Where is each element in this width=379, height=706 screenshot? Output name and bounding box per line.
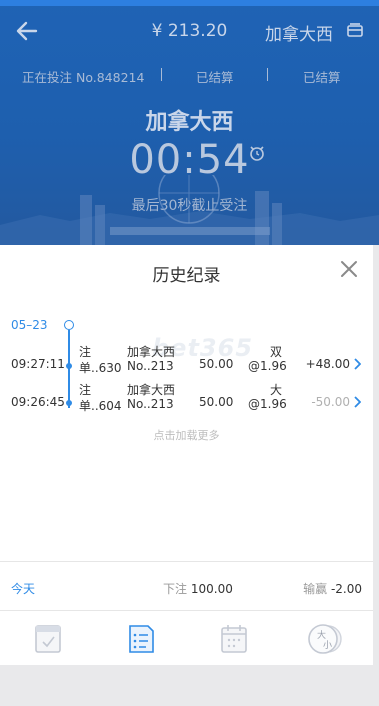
history-record[interactable]: 09:26:45 注 单..604 加拿大西 No..213 50.00 大 @… bbox=[0, 381, 373, 415]
record-odds: @1.96 bbox=[248, 359, 287, 373]
stake-label: 下注 bbox=[163, 582, 188, 596]
record-type: 注 bbox=[79, 383, 92, 397]
history-record[interactable]: 09:27:11 注 单..630 加拿大西 No..213 50.00 双 @… bbox=[0, 343, 373, 377]
record-draw-no: No..213 bbox=[127, 397, 174, 411]
record-type: 注 bbox=[79, 345, 92, 359]
timeline-start-marker bbox=[64, 320, 74, 330]
game-selector[interactable]: 加拿大西 bbox=[265, 20, 333, 45]
load-more-button[interactable]: 点击加载更多 bbox=[0, 427, 373, 443]
history-date: 05–23 bbox=[11, 318, 48, 332]
status-bar bbox=[0, 0, 379, 6]
wallet-icon[interactable] bbox=[347, 23, 363, 37]
record-time: 09:27:11 bbox=[11, 357, 65, 371]
chevron-right-icon[interactable] bbox=[353, 396, 361, 408]
record-game: 加拿大西 bbox=[127, 383, 176, 397]
record-game: 加拿大西 bbox=[127, 345, 176, 359]
notebook-icon[interactable] bbox=[33, 623, 63, 655]
settled-status: 已结算 bbox=[303, 70, 341, 85]
game-header: ¥ 213.20 加拿大西 正在投注 No.848214 已结算 已结算 加拿大… bbox=[0, 0, 379, 245]
period-selector[interactable]: 今天 bbox=[11, 580, 35, 597]
record-odds: @1.96 bbox=[248, 397, 287, 411]
stake-value: 100.00 bbox=[190, 582, 233, 596]
calendar-icon[interactable] bbox=[219, 623, 249, 655]
record-result: +48.00 bbox=[305, 357, 350, 371]
current-draw-status: 正在投注 No.848214 bbox=[22, 70, 145, 85]
panel-title: 历史纪录 bbox=[152, 266, 221, 286]
big-small-coin-icon[interactable]: 大 小 bbox=[306, 623, 344, 655]
win-value: -2.00 bbox=[330, 582, 362, 596]
bottom-tab-bar: 大 小 bbox=[0, 611, 373, 665]
record-option: 双 bbox=[269, 345, 282, 359]
alarm-clock-icon bbox=[250, 146, 264, 161]
record-result: -50.00 bbox=[311, 395, 350, 409]
settled-status: 已结算 bbox=[196, 70, 234, 85]
draw-status-row: 正在投注 No.848214 已结算 已结算 bbox=[0, 66, 379, 86]
record-option: 大 bbox=[269, 383, 282, 397]
divider bbox=[161, 68, 162, 81]
lottery-name: 加拿大西 bbox=[145, 110, 234, 135]
summary-bar: 今天 下注 100.00 输赢 -2.00 bbox=[0, 561, 373, 611]
svg-text:大: 大 bbox=[317, 629, 326, 641]
win-label: 输赢 bbox=[303, 582, 328, 596]
city-skyline-illustration bbox=[0, 175, 379, 245]
close-icon[interactable] bbox=[340, 260, 358, 278]
win-loss-total: 输赢 -2.00 bbox=[303, 580, 362, 597]
chevron-right-icon[interactable] bbox=[353, 358, 361, 370]
record-time: 09:26:45 bbox=[11, 395, 65, 409]
divider bbox=[267, 68, 268, 81]
record-amount: 50.00 bbox=[199, 357, 234, 371]
record-order-id: 单..630 bbox=[79, 361, 122, 375]
record-order-id: 单..604 bbox=[79, 399, 122, 413]
history-panel: 历史纪录 05–23 bet365 09:27:11 注 单..630 加拿大西… bbox=[0, 245, 373, 665]
svg-text:小: 小 bbox=[323, 640, 332, 651]
record-amount: 50.00 bbox=[199, 395, 234, 409]
betting-slip-icon[interactable] bbox=[126, 623, 156, 655]
record-draw-no: No..213 bbox=[127, 359, 174, 373]
stake-total: 下注 100.00 bbox=[163, 580, 233, 597]
